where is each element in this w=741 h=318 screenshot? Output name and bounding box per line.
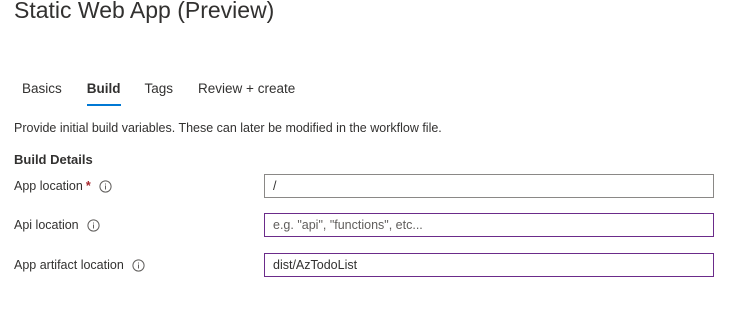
api-location-label: Api location: [14, 218, 79, 232]
tab-tags[interactable]: Tags: [137, 80, 182, 106]
info-icon[interactable]: [99, 179, 112, 193]
api-location-input[interactable]: [264, 213, 714, 237]
tab-build[interactable]: Build: [79, 80, 129, 106]
app-artifact-location-input[interactable]: [264, 253, 714, 277]
app-artifact-location-label-group: App artifact location: [14, 257, 145, 273]
page-description: Provide initial build variables. These c…: [14, 121, 442, 135]
info-icon[interactable]: [132, 258, 145, 272]
app-location-input[interactable]: [264, 174, 714, 198]
required-marker: *: [85, 179, 91, 193]
app-location-label: App location: [14, 179, 83, 193]
tab-review-create[interactable]: Review + create: [190, 80, 303, 106]
section-title-build-details: Build Details: [14, 152, 93, 167]
app-location-label-group: App location *: [14, 178, 112, 194]
field-row-app-location: App location *: [14, 174, 714, 198]
tab-basics[interactable]: Basics: [14, 80, 70, 106]
app-artifact-location-label: App artifact location: [14, 258, 124, 272]
page-title: Static Web App (Preview): [14, 0, 275, 23]
info-icon[interactable]: [87, 218, 100, 232]
field-row-api-location: Api location: [14, 213, 714, 237]
tab-bar: Basics Build Tags Review + create: [14, 80, 303, 108]
field-row-app-artifact-location: App artifact location: [14, 253, 714, 277]
api-location-label-group: Api location: [14, 217, 100, 233]
